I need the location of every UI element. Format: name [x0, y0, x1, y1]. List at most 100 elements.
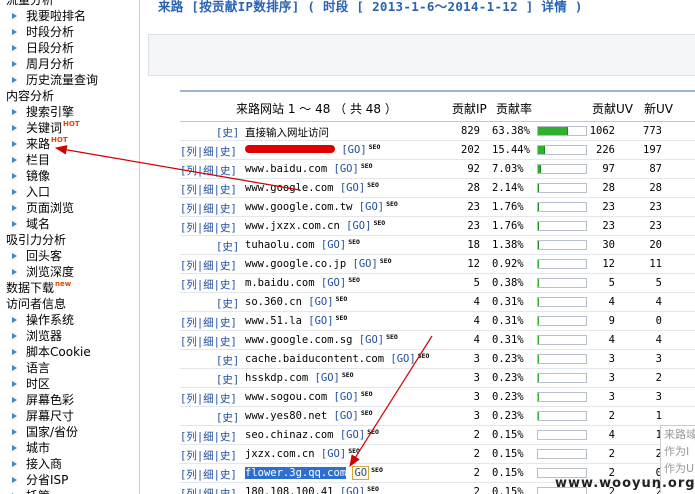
- referrer-site[interactable]: [GO] SEO: [245, 143, 380, 156]
- link-history[interactable]: 史: [220, 203, 231, 215]
- link-history[interactable]: 史: [222, 298, 233, 310]
- seo-link[interactable]: SEO: [361, 409, 373, 417]
- col-header-ip[interactable]: 贡献IP: [452, 100, 487, 117]
- sidebar-item[interactable]: 栏目: [0, 152, 139, 168]
- sidebar-item[interactable]: 回头客: [0, 248, 139, 264]
- link-list[interactable]: 列: [186, 165, 197, 177]
- link-list[interactable]: 列: [186, 431, 197, 443]
- sidebar-item[interactable]: 历史流量查询: [0, 72, 139, 88]
- referrer-site[interactable]: www.google.com.tw [GO] SEO: [245, 200, 398, 213]
- seo-link[interactable]: SEO: [348, 276, 360, 284]
- link-history[interactable]: 史: [220, 431, 231, 443]
- seo-link[interactable]: SEO: [361, 162, 373, 170]
- seo-link[interactable]: SEO: [336, 295, 348, 303]
- link-list[interactable]: 列: [186, 184, 197, 196]
- link-list[interactable]: 列: [186, 317, 197, 329]
- referrer-site-text[interactable]: www.google.com.sg: [245, 334, 352, 346]
- go-link[interactable]: GO: [352, 466, 370, 480]
- sidebar-item[interactable]: 操作系统: [0, 312, 139, 328]
- sidebar-item[interactable]: 分省ISP: [0, 472, 139, 488]
- sidebar-section-traffic[interactable]: 流量分析: [0, 0, 139, 8]
- sidebar-item[interactable]: 时段分析: [0, 24, 139, 40]
- referrer-site-text[interactable]: www.51.la: [245, 315, 302, 327]
- seo-link[interactable]: SEO: [380, 257, 392, 265]
- link-history[interactable]: 史: [222, 355, 233, 367]
- seo-link[interactable]: SEO: [336, 314, 348, 322]
- seo-link[interactable]: SEO: [348, 238, 360, 246]
- referrer-site-text[interactable]: so.360.cn: [245, 296, 302, 308]
- referrer-site[interactable]: tuhaolu.com [GO] SEO: [245, 238, 360, 251]
- referrer-site[interactable]: cache.baiducontent.com [GO] SEO: [245, 352, 429, 365]
- seo-link[interactable]: SEO: [371, 466, 383, 474]
- link-history[interactable]: 史: [222, 241, 233, 253]
- sidebar-section-content[interactable]: 内容分析: [0, 88, 139, 104]
- link-detail[interactable]: 细: [203, 222, 214, 234]
- go-link[interactable]: [GO]: [308, 296, 333, 308]
- seo-link[interactable]: SEO: [367, 181, 379, 189]
- referrer-site[interactable]: www.baidu.com [GO] SEO: [245, 162, 373, 175]
- sidebar-item[interactable]: 域名: [0, 216, 139, 232]
- sidebar-item[interactable]: 关键词 HOT: [0, 120, 139, 136]
- link-list[interactable]: 列: [186, 146, 197, 158]
- referrer-site-text[interactable]: hsskdp.com: [245, 372, 308, 384]
- sidebar-item[interactable]: 页面浏览: [0, 200, 139, 216]
- link-detail[interactable]: 细: [203, 279, 214, 291]
- link-detail[interactable]: 细: [203, 203, 214, 215]
- sidebar-item[interactable]: 镜像: [0, 168, 139, 184]
- link-detail[interactable]: 细: [203, 450, 214, 462]
- go-link[interactable]: [GO]: [334, 410, 359, 422]
- referrer-site[interactable]: www.sogou.com [GO] SEO: [245, 390, 373, 403]
- seo-link[interactable]: SEO: [367, 485, 379, 493]
- seo-link[interactable]: SEO: [342, 371, 354, 379]
- link-list[interactable]: 列: [186, 469, 197, 481]
- col-header-rate[interactable]: 贡献率: [496, 100, 532, 117]
- link-history[interactable]: 史: [220, 469, 231, 481]
- link-detail[interactable]: 细: [203, 469, 214, 481]
- sidebar-item[interactable]: 屏幕色彩: [0, 392, 139, 408]
- referrer-site[interactable]: m.baidu.com [GO] SEO: [245, 276, 360, 289]
- link-history[interactable]: 史: [220, 488, 231, 494]
- referrer-site-text[interactable]: www.baidu.com: [245, 163, 327, 175]
- referrer-site[interactable]: 直接输入网址访问: [245, 125, 329, 140]
- sidebar-item[interactable]: 国家/省份: [0, 424, 139, 440]
- go-link[interactable]: [GO]: [390, 353, 415, 365]
- go-link[interactable]: [GO]: [321, 448, 346, 460]
- go-link[interactable]: [GO]: [346, 220, 371, 232]
- referrer-site[interactable]: www.google.co.jp [GO] SEO: [245, 257, 392, 270]
- go-link[interactable]: [GO]: [340, 486, 365, 494]
- link-history[interactable]: 史: [222, 127, 233, 139]
- sidebar-item[interactable]: 脚本Cookie: [0, 344, 139, 360]
- link-list[interactable]: 列: [186, 450, 197, 462]
- go-link[interactable]: [GO]: [308, 315, 333, 327]
- referrer-site[interactable]: www.google.com [GO] SEO: [245, 181, 379, 194]
- sidebar-item[interactable]: 接入商: [0, 456, 139, 472]
- link-list[interactable]: 列: [186, 279, 197, 291]
- seo-link[interactable]: SEO: [367, 428, 379, 436]
- link-detail[interactable]: 细: [203, 184, 214, 196]
- sidebar-item[interactable]: 语言: [0, 360, 139, 376]
- col-header-newuv[interactable]: 新UV: [644, 100, 673, 117]
- seo-link[interactable]: SEO: [386, 200, 398, 208]
- link-history[interactable]: 史: [220, 222, 231, 234]
- sidebar-item[interactable]: 周月分析: [0, 56, 139, 72]
- seo-link[interactable]: SEO: [361, 390, 373, 398]
- referrer-site[interactable]: seo.chinaz.com [GO] SEO: [245, 428, 379, 441]
- referrer-site-text[interactable]: flower.3g.qq.com: [245, 467, 347, 479]
- go-link[interactable]: [GO]: [341, 144, 366, 156]
- link-detail[interactable]: 细: [203, 488, 214, 494]
- link-history[interactable]: 史: [220, 393, 231, 405]
- referrer-site-text[interactable]: tuhaolu.com: [245, 239, 315, 251]
- link-list[interactable]: 列: [186, 336, 197, 348]
- page-title[interactable]: 来路 [按贡献IP数排序] ( 时段 [ 2013-1-6～2014-1-12 …: [158, 0, 583, 16]
- link-history[interactable]: 史: [220, 184, 231, 196]
- sidebar-item[interactable]: 城市: [0, 440, 139, 456]
- go-link[interactable]: [GO]: [352, 258, 377, 270]
- sidebar-item[interactable]: 日段分析: [0, 40, 139, 56]
- go-link[interactable]: [GO]: [340, 182, 365, 194]
- referrer-site-text[interactable]: www.google.com: [245, 182, 334, 194]
- link-detail[interactable]: 细: [203, 146, 214, 158]
- referrer-site[interactable]: hsskdp.com [GO] SEO: [245, 371, 354, 384]
- referrer-site-text[interactable]: www.jxzx.com.cn: [245, 220, 340, 232]
- referrer-site-text[interactable]: www.sogou.com: [245, 391, 327, 403]
- referrer-site-text[interactable]: m.baidu.com: [245, 277, 315, 289]
